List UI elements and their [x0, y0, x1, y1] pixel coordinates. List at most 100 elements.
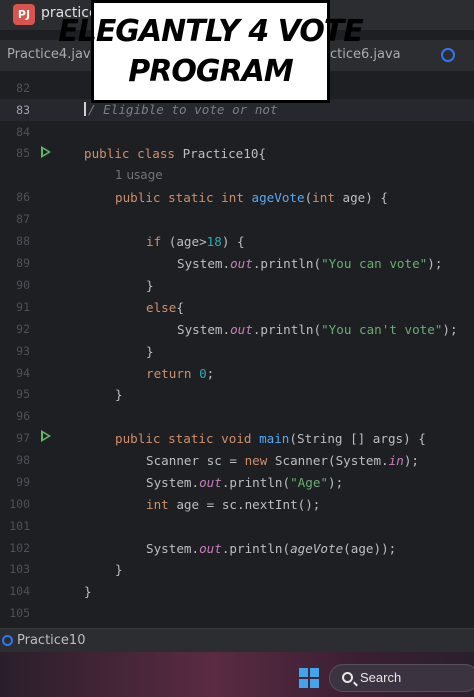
code-token: ); — [442, 322, 458, 337]
project-badge-icon[interactable]: PJ — [13, 4, 35, 25]
code-token: System. — [146, 475, 200, 490]
code-token: System. — [177, 322, 231, 337]
code-token: int — [312, 190, 335, 205]
code-line-if: if (age>18) { — [146, 234, 245, 249]
line-number-active: 83 — [16, 103, 30, 117]
line-number: 86 — [16, 190, 30, 204]
line-number: 98 — [16, 453, 30, 467]
code-line-return: return 0; — [146, 366, 214, 381]
code-token: .println( — [221, 475, 291, 490]
comment-text: Eligible to vote or not — [103, 102, 278, 117]
line-number: 87 — [16, 212, 30, 226]
code-line-main-decl: public static void main(String [] args) … — [115, 431, 426, 446]
code-token: System. — [177, 256, 231, 271]
code-line-close-brace: } — [146, 278, 154, 293]
search-icon — [342, 672, 353, 683]
line-number: 90 — [16, 278, 30, 292]
code-token: ageVote — [251, 190, 305, 205]
line-number: 82 — [16, 81, 30, 95]
code-token: main — [259, 431, 290, 446]
video-caption: ELEGANTLY 4 VOTE PROGRAM — [58, 0, 364, 103]
line-number: 91 — [16, 300, 30, 314]
code-token: age) { — [334, 190, 388, 205]
code-token: 18 — [206, 234, 222, 249]
java-class-icon — [441, 48, 455, 62]
line-number: 85 — [16, 146, 30, 160]
search-label: Search — [360, 670, 402, 685]
comment-prefix: / — [88, 102, 104, 117]
line-number: 88 — [16, 234, 30, 248]
code-token: "You can't vote" — [321, 322, 443, 337]
code-token: out — [199, 475, 222, 490]
line-number: 84 — [16, 125, 30, 139]
line-number: 97 — [16, 431, 30, 445]
text-cursor — [84, 102, 86, 116]
line-number: 93 — [16, 344, 30, 358]
code-token: if — [146, 234, 162, 249]
code-token: .println( — [252, 322, 322, 337]
status-bar: Practice10 — [0, 628, 474, 652]
code-token: Scanner(System. — [267, 453, 389, 468]
code-token: ); — [427, 256, 443, 271]
code-token: in — [388, 453, 404, 468]
code-token: (String [] args) { — [289, 431, 426, 446]
code-line-print-cant-vote: System.out.println("You can't vote"); — [177, 322, 458, 337]
code-token: out — [230, 322, 253, 337]
line-number: 94 — [16, 366, 30, 380]
line-number: 102 — [9, 541, 30, 555]
code-line-method-decl: public static int ageVote(int age) { — [115, 190, 388, 205]
windows-start-icon[interactable] — [299, 668, 319, 688]
code-token: "You can vote" — [321, 256, 428, 271]
code-token: ; — [206, 366, 215, 381]
line-number: 89 — [16, 256, 30, 270]
code-line-else: else{ — [146, 300, 184, 315]
taskbar-search-box[interactable]: Search — [329, 664, 474, 692]
code-line-comment: / Eligible to vote or not — [84, 102, 278, 117]
code-token: ); — [403, 453, 419, 468]
code-token: int — [146, 497, 169, 512]
code-line-int-age: int age = sc.nextInt(); — [146, 497, 320, 512]
code-line-print-can-vote: System.out.println("You can vote"); — [177, 256, 442, 271]
run-class-icon[interactable] — [41, 146, 51, 158]
caption-line-2: PROGRAM — [128, 53, 293, 89]
code-token: .println( — [221, 541, 291, 556]
code-token: public class — [84, 146, 183, 161]
code-token: (age)); — [343, 541, 397, 556]
line-number: 105 — [9, 606, 30, 620]
line-number: 95 — [16, 387, 30, 401]
caption-line-1: ELEGANTLY 4 VOTE — [58, 13, 364, 49]
code-token: age = sc.nextInt(); — [168, 497, 321, 512]
code-token: public static int — [115, 190, 252, 205]
line-number: 104 — [9, 584, 30, 598]
run-main-icon[interactable] — [41, 430, 51, 442]
usage-hint[interactable]: 1 usage — [115, 168, 163, 182]
code-editor[interactable]: 82 83 84 85 86 87 88 89 90 91 92 93 94 9… — [0, 72, 474, 628]
code-line-print-vote: System.out.println(ageVote(age)); — [146, 541, 396, 556]
code-token: System. — [146, 541, 200, 556]
code-token: ) { — [221, 234, 245, 249]
code-token: ageVote — [290, 541, 344, 556]
code-line-print-age: System.out.println("Age"); — [146, 475, 343, 490]
java-class-icon — [2, 635, 13, 646]
code-line-close-brace: } — [115, 562, 123, 577]
code-token: new — [244, 453, 268, 468]
code-token: Practice10 — [182, 146, 259, 161]
code-line-close-brace: } — [146, 344, 154, 359]
code-token: { — [176, 300, 184, 315]
code-token: out — [230, 256, 253, 271]
code-token: Scanner sc = — [146, 453, 245, 468]
code-line-class-decl: public class Practice10{ — [84, 146, 266, 161]
line-number: 92 — [16, 322, 30, 336]
code-token: else — [146, 300, 177, 315]
code-token: "Age" — [290, 475, 328, 490]
line-number: 96 — [16, 409, 30, 423]
code-line-scanner: Scanner sc = new Scanner(System.in); — [146, 453, 419, 468]
status-file-label[interactable]: Practice10 — [17, 633, 85, 648]
code-token: ); — [328, 475, 344, 490]
code-line-close-brace: } — [115, 387, 123, 402]
line-number: 99 — [16, 475, 30, 489]
line-number: 101 — [9, 519, 30, 533]
code-token: public static void — [115, 431, 260, 446]
code-token: 0 — [199, 366, 207, 381]
code-line-close-brace: } — [84, 584, 92, 599]
